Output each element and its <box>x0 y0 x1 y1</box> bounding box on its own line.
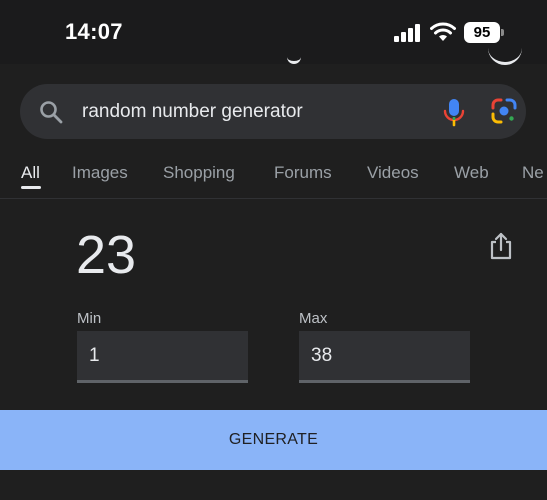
tab-shopping[interactable]: Shopping <box>163 163 235 183</box>
search-bar[interactable]: random number generator <box>20 84 526 139</box>
max-value[interactable]: 38 <box>311 331 332 380</box>
battery-icon: 95 <box>464 22 504 43</box>
mic-icon[interactable] <box>440 97 468 127</box>
google-lens-icon[interactable] <box>490 97 518 125</box>
tab-images[interactable]: Images <box>72 163 128 183</box>
max-field[interactable]: 38 <box>299 331 470 383</box>
rng-result: 23 <box>76 225 137 285</box>
tab-news[interactable]: Ne <box>522 163 544 183</box>
tab-videos[interactable]: Videos <box>367 163 419 183</box>
battery-tip <box>501 29 504 36</box>
search-input[interactable]: random number generator <box>82 84 303 139</box>
min-field[interactable]: 1 <box>77 331 248 383</box>
partial-avatar[interactable] <box>488 48 522 65</box>
share-icon[interactable] <box>488 231 514 261</box>
battery-level: 95 <box>473 24 491 41</box>
search-icon[interactable] <box>38 99 64 125</box>
min-label: Min <box>77 310 102 327</box>
tab-web[interactable]: Web <box>454 163 489 183</box>
status-time: 14:07 <box>65 19 123 44</box>
search-tabs: All Images Shopping Forums Videos Web Ne <box>0 150 547 199</box>
active-tab-indicator <box>21 186 41 189</box>
generate-button[interactable]: GENERATE <box>0 410 547 470</box>
bottom-area <box>0 470 547 500</box>
max-label: Max <box>299 310 328 327</box>
partial-header-icon <box>287 50 301 64</box>
tab-forums[interactable]: Forums <box>274 163 332 183</box>
min-value[interactable]: 1 <box>89 331 100 380</box>
tab-all[interactable]: All <box>21 163 40 183</box>
signal-icon <box>394 24 420 42</box>
status-bar: 14:07 95 <box>0 0 547 65</box>
wifi-icon <box>430 22 456 41</box>
google-search-page: 14:07 95 random number generator All Ima… <box>0 0 547 500</box>
